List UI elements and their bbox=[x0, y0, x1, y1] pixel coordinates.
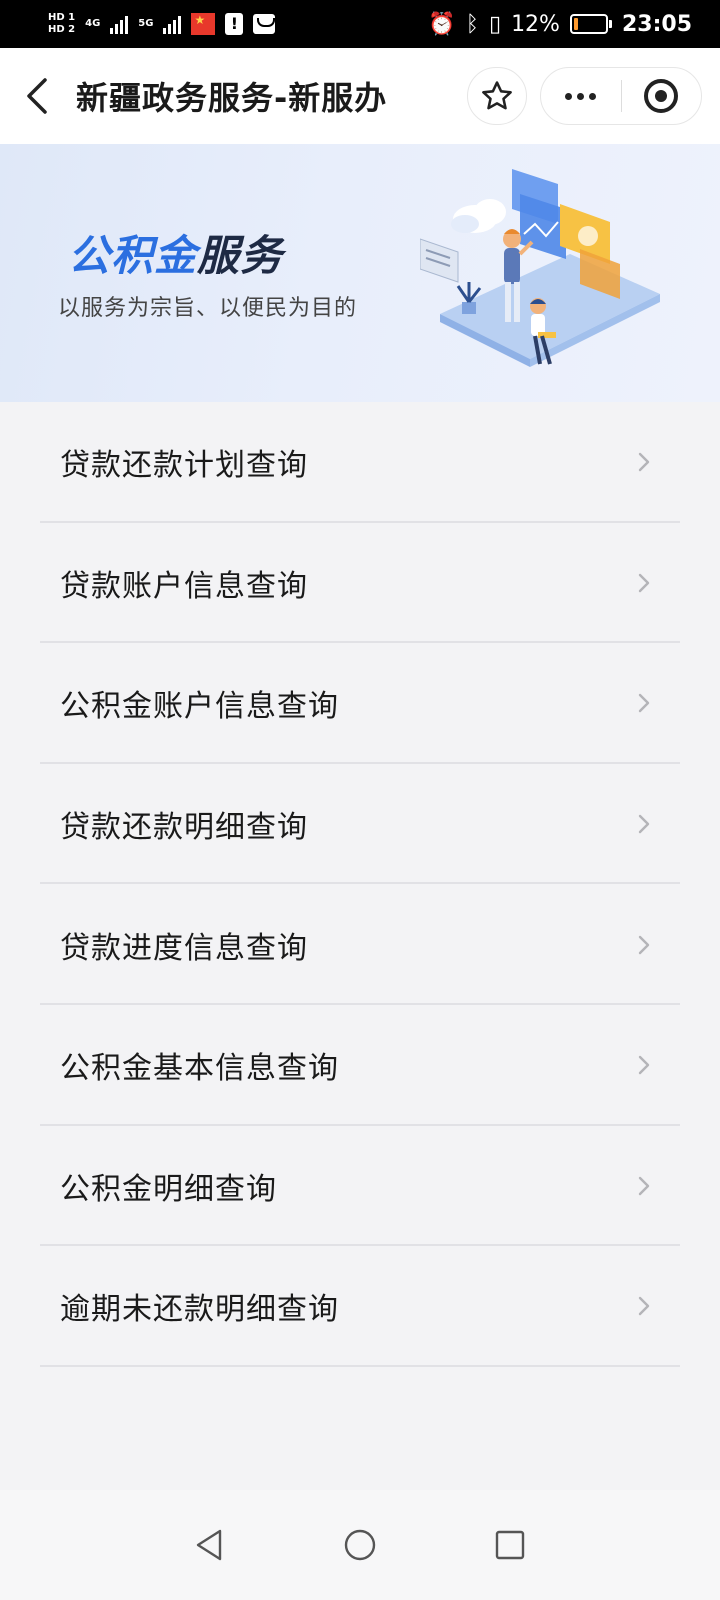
banner-title-blue: 公积金 bbox=[68, 231, 198, 280]
signal-1-icon bbox=[110, 14, 129, 34]
message-icon bbox=[253, 14, 276, 34]
chevron-right-icon bbox=[638, 935, 650, 954]
chevron-right-icon bbox=[638, 453, 650, 472]
menu-item-label: 公积金明细查询 bbox=[60, 1171, 277, 1207]
banner-title-dark: 服务 bbox=[197, 231, 284, 280]
chevron-right-icon bbox=[638, 573, 650, 593]
battery-body bbox=[569, 14, 608, 34]
nav-bar: 新疆政务服务-新服办 bbox=[0, 48, 720, 144]
sim2-label: HD 2 bbox=[48, 24, 76, 35]
chevron-right-icon bbox=[638, 1297, 650, 1316]
target-circle-icon bbox=[644, 79, 679, 113]
page-title: 新疆政务服务-新服办 bbox=[76, 79, 388, 117]
menu-item-loan-progress-info[interactable]: 贷款进度信息查询 bbox=[0, 884, 720, 1005]
status-right: ⏰ ᛒ ▯ 12% 23:05 bbox=[428, 12, 692, 37]
battery-icon bbox=[569, 14, 612, 34]
menu-item-label: 贷款进度信息查询 bbox=[60, 930, 308, 966]
more-dot-icon bbox=[577, 92, 585, 100]
mini-program-capsule bbox=[540, 67, 702, 125]
more-button[interactable] bbox=[541, 67, 621, 125]
menu-item-loan-repayment-details[interactable]: 贷款还款明细查询 bbox=[0, 764, 720, 885]
sim-indicators: HD 1 HD 2 bbox=[48, 12, 75, 36]
favorite-button[interactable] bbox=[467, 67, 527, 125]
star-icon bbox=[482, 81, 512, 110]
nav-home-icon[interactable] bbox=[340, 1525, 380, 1565]
sim1-label: HD 1 bbox=[48, 12, 76, 23]
chevron-right-icon bbox=[638, 814, 650, 834]
chevron-right-icon bbox=[638, 1056, 650, 1075]
network-5g-label: 5G bbox=[138, 18, 154, 29]
banner-subtitle: 以服务为宗旨、以便民为目的 bbox=[58, 296, 358, 321]
back-button[interactable] bbox=[0, 48, 76, 144]
chevron-right-icon bbox=[638, 694, 650, 713]
battery-level-fill bbox=[573, 18, 578, 30]
vibrate-icon: ▯ bbox=[488, 11, 502, 37]
more-dot-icon bbox=[589, 92, 597, 100]
banner-title: 公积金服务 bbox=[68, 232, 283, 280]
menu-item-loan-account-info[interactable]: 贷款账户信息查询 bbox=[0, 523, 720, 644]
app-notification-icon bbox=[191, 13, 216, 35]
menu-item-fund-details[interactable]: 公积金明细查询 bbox=[0, 1126, 720, 1247]
menu-item-fund-basic-info[interactable]: 公积金基本信息查询 bbox=[0, 1005, 720, 1126]
menu-item-label: 贷款还款计划查询 bbox=[60, 448, 308, 484]
alarm-icon: ⏰ bbox=[428, 11, 456, 37]
signal-2-icon bbox=[163, 14, 182, 34]
chevron-left-icon bbox=[27, 78, 47, 114]
close-program-button[interactable] bbox=[622, 67, 702, 125]
more-dot-icon bbox=[565, 92, 573, 100]
battery-tip bbox=[608, 20, 612, 28]
menu-item-overdue-details[interactable]: 逾期未还款明细查询 bbox=[0, 1246, 720, 1367]
menu-item-label: 公积金基本信息查询 bbox=[60, 1051, 339, 1087]
network-4g-label: 4G bbox=[85, 18, 101, 29]
chevron-right-icon bbox=[638, 1176, 650, 1196]
menu-item-label: 贷款还款明细查询 bbox=[60, 810, 308, 846]
system-nav-bar bbox=[0, 1490, 720, 1600]
nav-recents-icon[interactable] bbox=[490, 1525, 530, 1565]
clock: 23:05 bbox=[621, 11, 692, 37]
menu-item-label: 逾期未还款明细查询 bbox=[60, 1292, 339, 1328]
banner-illustration bbox=[420, 169, 660, 367]
menu-item-label: 贷款账户信息查询 bbox=[60, 568, 308, 604]
nav-back-icon[interactable] bbox=[190, 1525, 230, 1565]
battery-percent: 12% bbox=[511, 11, 560, 37]
bluetooth-icon: ᛒ bbox=[465, 11, 479, 37]
menu-item-loan-repayment-plan[interactable]: 贷款还款计划查询 bbox=[0, 402, 720, 523]
warning-icon: ! bbox=[225, 13, 244, 35]
menu-item-label: 公积金账户信息查询 bbox=[60, 689, 339, 725]
menu-item-fund-account-info[interactable]: 公积金账户信息查询 bbox=[0, 643, 720, 764]
status-bar: HD 1 HD 2 4G 5G ! ⏰ ᛒ ▯ 12% 23:05 bbox=[0, 0, 720, 48]
service-menu: 贷款还款计划查询 贷款账户信息查询 公积金账户信息查询 贷款还款明细查询 贷款进… bbox=[0, 402, 720, 1367]
banner: 公积金服务 以服务为宗旨、以便民为目的 bbox=[0, 144, 720, 402]
status-left: HD 1 HD 2 4G 5G ! bbox=[48, 12, 276, 36]
